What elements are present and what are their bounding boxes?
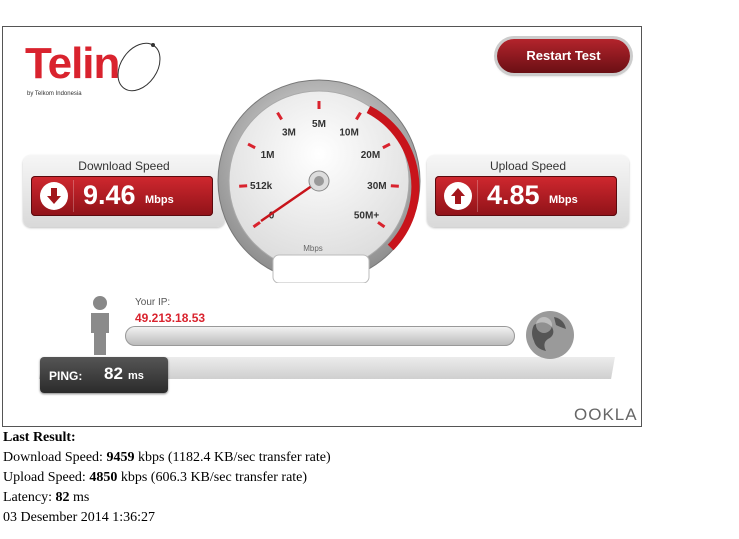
gauge-scale-label: 20M (361, 150, 380, 161)
upload-speed-panel: Upload Speed 4.85 Mbps (427, 155, 629, 227)
download-result-line: Download Speed: 9459 kbps (1182.4 KB/sec… (3, 448, 331, 468)
upload-result-value: 4850 (89, 470, 118, 485)
upload-speed-title: Upload Speed (489, 159, 567, 173)
last-result-section: Last Result: Download Speed: 9459 kbps (… (3, 428, 331, 528)
download-speed-box: 9.46 Mbps (31, 176, 213, 216)
your-ip-label: Your IP: (135, 297, 171, 308)
download-icon-wrap (35, 180, 74, 212)
download-speed-panel: Download Speed 9.46 Mbps (23, 155, 225, 227)
upload-result-line: Upload Speed: 4850 kbps (606.3 KB/sec tr… (3, 468, 331, 488)
logo-orbit-icon (117, 42, 161, 92)
ping-value: 82 (104, 364, 123, 383)
logo-text: Telin (25, 39, 120, 88)
download-speed-value: 9.46 (83, 180, 136, 210)
globe-icon (526, 311, 574, 359)
last-result-heading: Last Result: (3, 430, 76, 445)
speed-gauge: 0512k1M3M5M10M20M30M50M+ Mbps (217, 79, 421, 283)
ping-box: PING: 82 ms (40, 357, 168, 393)
gauge-scale-label: 3M (282, 127, 296, 138)
latency-result-line: Latency: 82 ms (3, 488, 331, 508)
upload-speed-unit: Mbps (549, 194, 578, 206)
gauge-scale-label: 1M (261, 150, 275, 161)
speedtest-widget: Telin by Telkom Indonesia Restart Test D… (2, 26, 642, 427)
gauge-tick (239, 184, 248, 188)
latency-result-value: 82 (55, 490, 70, 505)
download-speed-unit: Mbps (145, 194, 174, 206)
logo-subtext: by Telkom Indonesia (27, 91, 82, 97)
gauge-scale-label: 512k (250, 181, 273, 192)
upload-result-prefix: Upload Speed: (3, 470, 90, 485)
restart-test-button[interactable]: Restart Test (497, 39, 630, 73)
download-speed-title: Download Speed (78, 159, 170, 173)
result-timestamp: 03 Desember 2014 1:36:27 (3, 510, 156, 525)
ping-unit: ms (128, 370, 144, 382)
download-result-suffix: kbps (1182.4 KB/sec transfer rate) (134, 450, 331, 465)
gauge-readout-box (272, 254, 370, 283)
ookla-logo: OOKLA (574, 405, 638, 424)
upload-icon-wrap (439, 180, 478, 212)
gauge-scale-label: 5M (312, 119, 326, 130)
ping-label: PING: (49, 369, 83, 383)
upload-arrow-icon (444, 182, 472, 210)
upload-speed-box: 4.85 Mbps (435, 176, 617, 216)
latency-result-prefix: Latency: (3, 490, 56, 505)
gauge-tick (390, 184, 399, 188)
gauge-scale-label: 10M (339, 127, 358, 138)
gauge-unit-label: Mbps (303, 244, 323, 253)
your-ip-value: 49.213.18.53 (135, 311, 206, 325)
upload-speed-value: 4.85 (487, 180, 540, 210)
gauge-scale-label: 30M (367, 181, 386, 192)
telin-logo: Telin by Telkom Indonesia (25, 39, 165, 109)
latency-result-suffix: ms (69, 490, 90, 505)
gauge-hub-inner (314, 176, 324, 186)
upload-result-suffix: kbps (606.3 KB/sec transfer rate) (117, 470, 308, 485)
download-result-prefix: Download Speed: (3, 450, 107, 465)
person-icon (91, 296, 109, 355)
download-arrow-icon (40, 182, 68, 210)
gauge-scale-label: 50M+ (354, 210, 379, 221)
download-result-value: 9459 (106, 450, 135, 465)
connection-bar (125, 326, 515, 346)
